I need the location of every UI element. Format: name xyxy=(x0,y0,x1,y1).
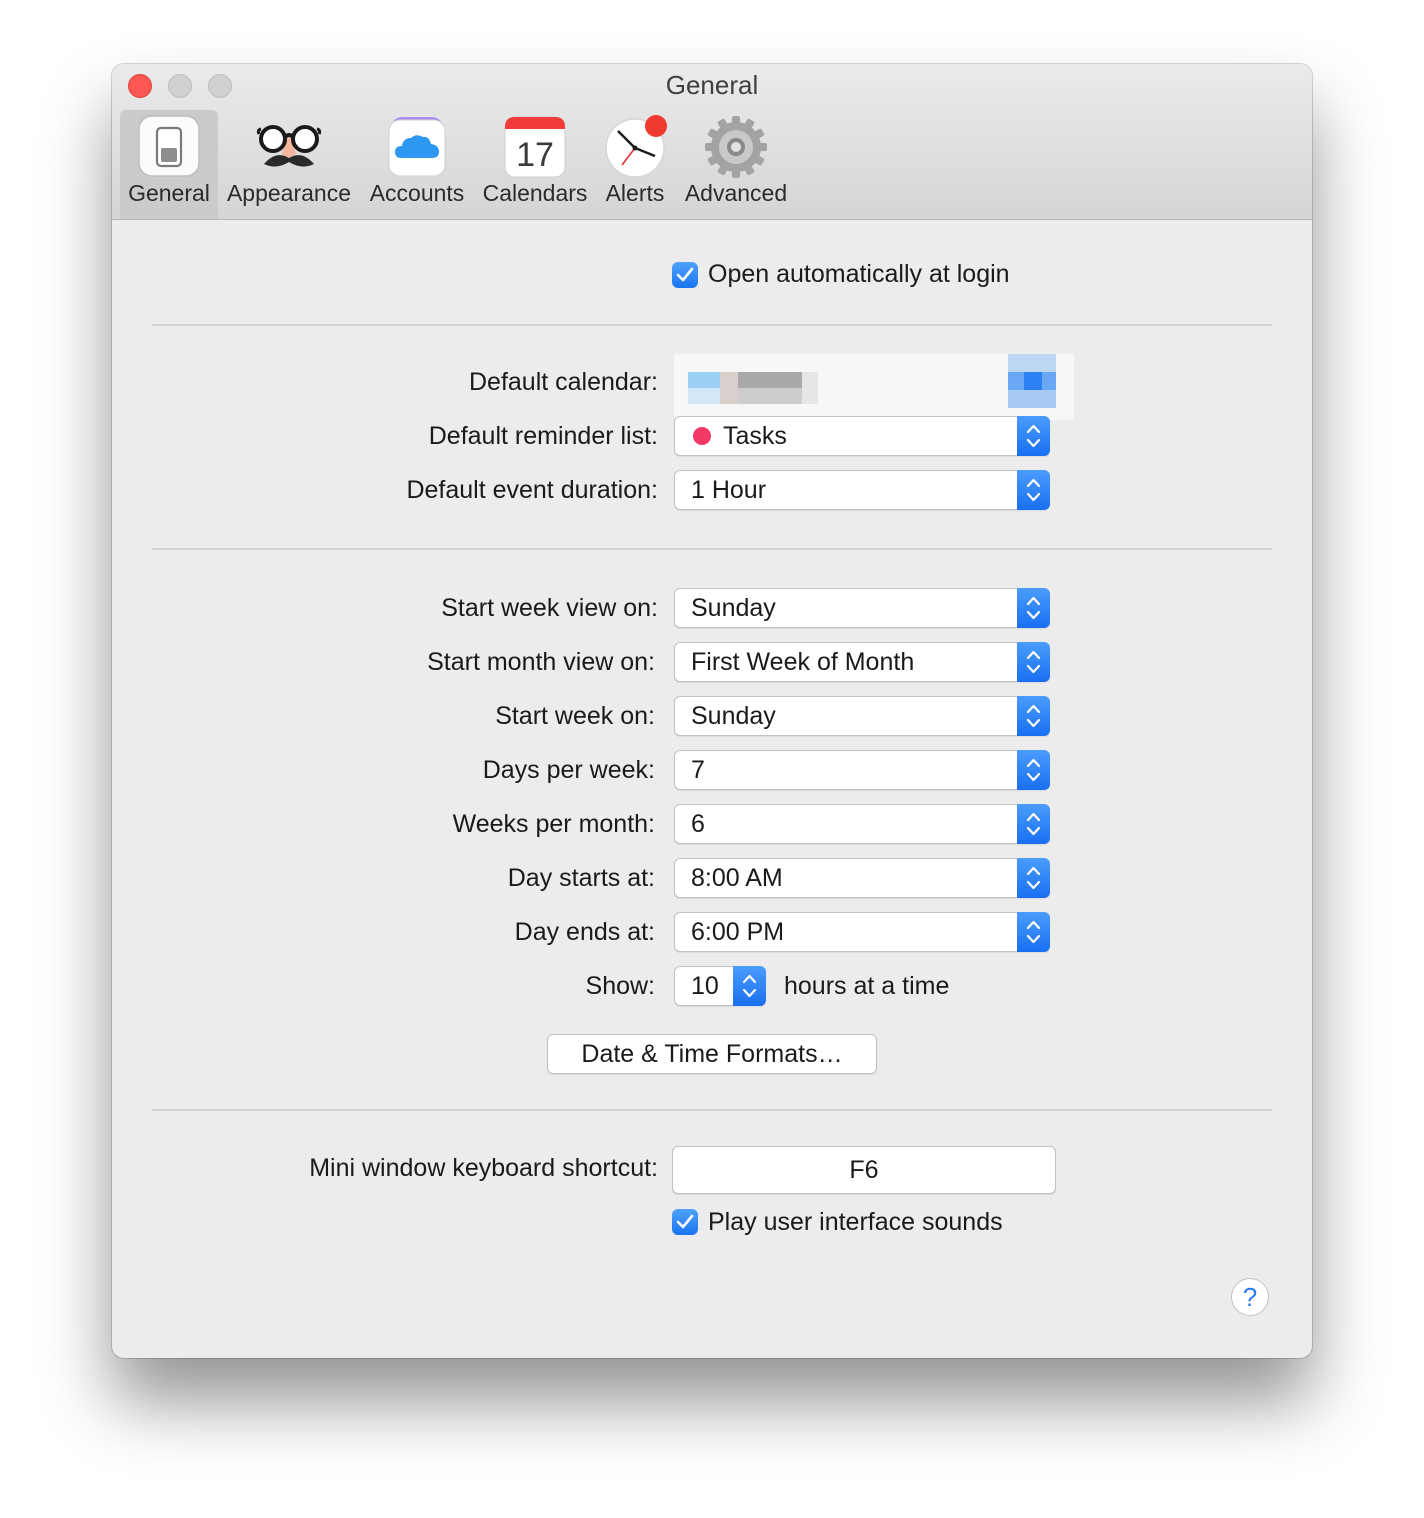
tab-label: Calendars xyxy=(482,180,588,206)
default-calendar-label: Default calendar: xyxy=(468,368,658,396)
default-duration-popup[interactable]: 1 Hour xyxy=(674,470,1050,510)
reminder-value: Tasks xyxy=(723,422,787,450)
day-ends-label: Day ends at: xyxy=(514,918,655,946)
week-view-popup[interactable]: Sunday xyxy=(674,588,1050,628)
tab-calendars[interactable]: 17 Calendars xyxy=(480,110,590,219)
clock-alert-icon xyxy=(605,115,667,178)
weeks-per-month-value: 6 xyxy=(691,810,705,838)
tab-label: Advanced xyxy=(684,180,788,206)
duration-value: 1 Hour xyxy=(691,476,767,504)
open-at-login-label: Open automatically at login xyxy=(708,260,1010,288)
popup-arrows-icon xyxy=(1017,750,1050,790)
calendar-icon: 17 xyxy=(504,116,566,178)
day-ends-value: 6:00 PM xyxy=(691,918,785,946)
open-at-login-checkbox[interactable] xyxy=(672,262,698,288)
tab-appearance[interactable]: Appearance xyxy=(224,110,354,219)
day-ends-popup[interactable]: 6:00 PM xyxy=(674,912,1050,952)
week-view-label: Start week view on: xyxy=(441,594,658,622)
popup-arrows-icon xyxy=(1017,416,1050,456)
week-view-value: Sunday xyxy=(691,594,776,622)
checkmark-icon xyxy=(676,1214,694,1229)
tab-general[interactable]: General xyxy=(120,110,218,219)
help-button[interactable]: ? xyxy=(1231,1278,1269,1316)
month-view-label: Start month view on: xyxy=(427,648,655,676)
popup-arrows-icon xyxy=(1017,642,1050,682)
popup-arrows-icon xyxy=(1017,858,1050,898)
tab-accounts[interactable]: Accounts xyxy=(366,110,468,219)
start-week-label: Start week on: xyxy=(495,702,655,730)
popup-arrows-icon xyxy=(1017,804,1050,844)
day-starts-popup[interactable]: 8:00 AM xyxy=(674,858,1050,898)
checkmark-icon xyxy=(676,267,694,282)
month-view-value: First Week of Month xyxy=(691,648,915,676)
weeks-per-month-label: Weeks per month: xyxy=(452,810,655,838)
default-duration-label: Default event duration: xyxy=(406,476,658,504)
start-week-value: Sunday xyxy=(691,702,776,730)
show-hours-popup[interactable]: 10 xyxy=(674,966,766,1006)
title-bar: General General Appearance Accounts 17 C… xyxy=(112,64,1312,220)
tab-label: Accounts xyxy=(369,180,465,206)
tab-label: Alerts xyxy=(605,180,665,206)
popup-arrows-icon xyxy=(1017,912,1050,952)
show-label: Show: xyxy=(585,972,655,1000)
popup-arrows-icon xyxy=(1017,696,1050,736)
weeks-per-month-popup[interactable]: 6 xyxy=(674,804,1050,844)
popup-arrows-icon xyxy=(1017,588,1050,628)
separator xyxy=(152,548,1272,550)
popup-arrows-icon xyxy=(1017,470,1050,510)
days-per-week-value: 7 xyxy=(691,756,705,784)
separator xyxy=(152,1109,1272,1111)
day-starts-label: Day starts at: xyxy=(507,864,655,892)
start-week-popup[interactable]: Sunday xyxy=(674,696,1050,736)
default-calendar-popup[interactable] xyxy=(674,354,1074,420)
cloud-icon xyxy=(388,117,446,177)
month-view-popup[interactable]: First Week of Month xyxy=(674,642,1050,682)
date-time-formats-button[interactable]: Date & Time Formats… xyxy=(547,1034,877,1074)
tab-label: Appearance xyxy=(226,180,352,206)
default-reminder-popup[interactable]: Tasks xyxy=(674,416,1050,456)
gear-icon xyxy=(705,116,767,178)
tab-advanced[interactable]: Advanced xyxy=(682,110,790,219)
days-per-week-label: Days per week: xyxy=(482,756,655,784)
play-sounds-label: Play user interface sounds xyxy=(708,1208,1003,1236)
general-switch-icon xyxy=(138,115,200,177)
tab-label: General xyxy=(128,180,210,206)
show-hours-suffix: hours at a time xyxy=(784,972,950,1000)
separator xyxy=(152,324,1272,326)
disguise-glasses-icon xyxy=(256,125,322,167)
day-starts-value: 8:00 AM xyxy=(691,864,783,892)
window-title: General xyxy=(665,70,759,100)
calendar-day-text: 17 xyxy=(516,136,554,174)
days-per-week-popup[interactable]: 7 xyxy=(674,750,1050,790)
show-hours-value: 10 xyxy=(691,972,719,1000)
play-sounds-checkbox[interactable] xyxy=(672,1209,698,1235)
mini-window-shortcut-field[interactable]: F6 xyxy=(672,1146,1056,1194)
tab-alerts[interactable]: Alerts xyxy=(600,110,670,219)
mini-window-shortcut-label: Mini window keyboard shortcut: xyxy=(309,1154,658,1182)
reminder-color-dot xyxy=(693,427,711,445)
default-reminder-label: Default reminder list: xyxy=(428,422,658,450)
preferences-window: General General Appearance Accounts 17 C… xyxy=(112,64,1312,1358)
popup-arrows-icon xyxy=(733,966,766,1006)
